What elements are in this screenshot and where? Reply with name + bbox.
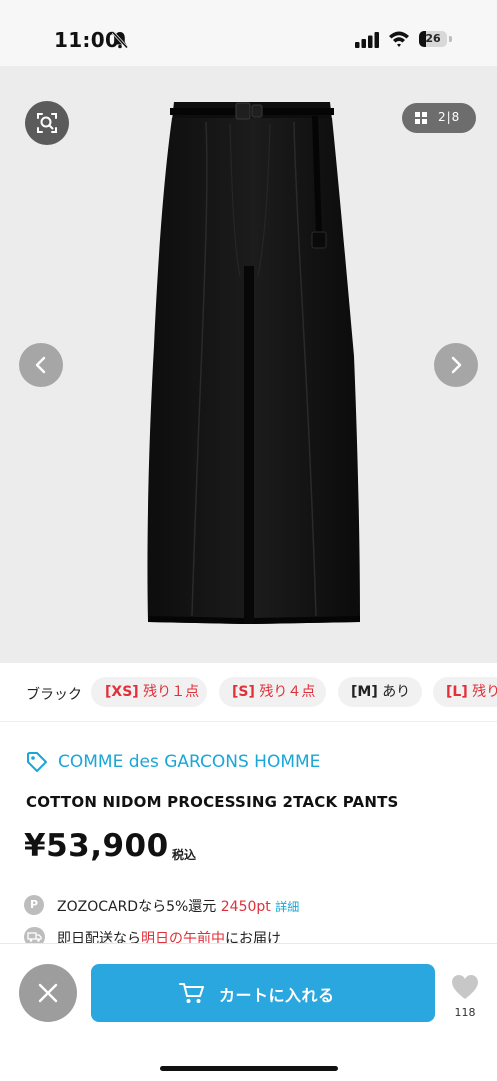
point-icon: P (24, 895, 44, 915)
product-image (147, 102, 360, 624)
product-title: COTTON NIDOM PROCESSING 2TACK PANTS (26, 793, 399, 811)
status-time: 11:00 (54, 28, 120, 52)
image-search-icon (37, 113, 57, 133)
size-chip-s[interactable]: [S] 残り４点 (219, 677, 326, 707)
heart-icon (452, 975, 478, 999)
tax-label: 税込 (172, 848, 197, 862)
wifi-icon (389, 31, 409, 47)
image-search-button[interactable] (25, 101, 69, 145)
image-counter-text: 2|8 (438, 110, 461, 124)
size-chip-m[interactable]: [M] あり (338, 677, 422, 707)
zozocard-points: 2450pt (220, 899, 271, 915)
favorite-button[interactable]: 118 (449, 974, 481, 1024)
chevron-left-icon (35, 356, 46, 374)
bell-slash-icon (112, 31, 128, 49)
color-label: ブラック (26, 687, 82, 703)
home-indicator (160, 1066, 338, 1071)
favorite-count: 118 (454, 1006, 476, 1019)
stock-label: あり (382, 684, 411, 700)
next-image-button[interactable] (434, 343, 478, 387)
signal-icon (355, 32, 379, 48)
product-image-gallery[interactable]: 2|8 (0, 66, 497, 663)
product-price: ¥53,900 (24, 828, 169, 864)
chevron-right-icon (451, 356, 462, 374)
size-label: [S] (232, 684, 255, 700)
close-button[interactable] (19, 964, 77, 1022)
bottom-action-bar: カートに入れる 118 (0, 943, 497, 1081)
stock-label: 残り１点 (143, 684, 200, 700)
size-label: [L] (446, 684, 468, 700)
close-icon (38, 983, 58, 1003)
size-chip-l[interactable]: [L] 残り (433, 677, 497, 707)
size-label: [M] (351, 684, 378, 700)
size-selector: ブラック [XS] 残り１点 [S] 残り４点 [M] あり [L] 残り (0, 663, 497, 722)
previous-image-button[interactable] (19, 343, 63, 387)
brand-name: COMME des GARCONS HOMME (58, 752, 321, 772)
status-bar: 11:00 26 (0, 0, 497, 66)
zozocard-text: ZOZOCARDなら5%還元 (57, 899, 217, 915)
size-label: [XS] (105, 684, 139, 700)
cart-icon (179, 983, 204, 1003)
zozocard-detail-link[interactable]: 詳細 (275, 900, 299, 914)
add-to-cart-button[interactable]: カートに入れる (91, 964, 435, 1022)
stock-label: 残り４点 (259, 684, 316, 700)
size-chip-xs[interactable]: [XS] 残り１点 (91, 677, 207, 707)
battery-level: 26 (425, 32, 441, 45)
grid-icon (415, 112, 427, 124)
battery-icon: 26 (419, 31, 453, 48)
add-to-cart-label: カートに入れる (219, 986, 335, 1005)
image-counter[interactable]: 2|8 (402, 103, 476, 133)
stock-label: 残り (472, 684, 497, 700)
tag-icon (27, 752, 47, 772)
